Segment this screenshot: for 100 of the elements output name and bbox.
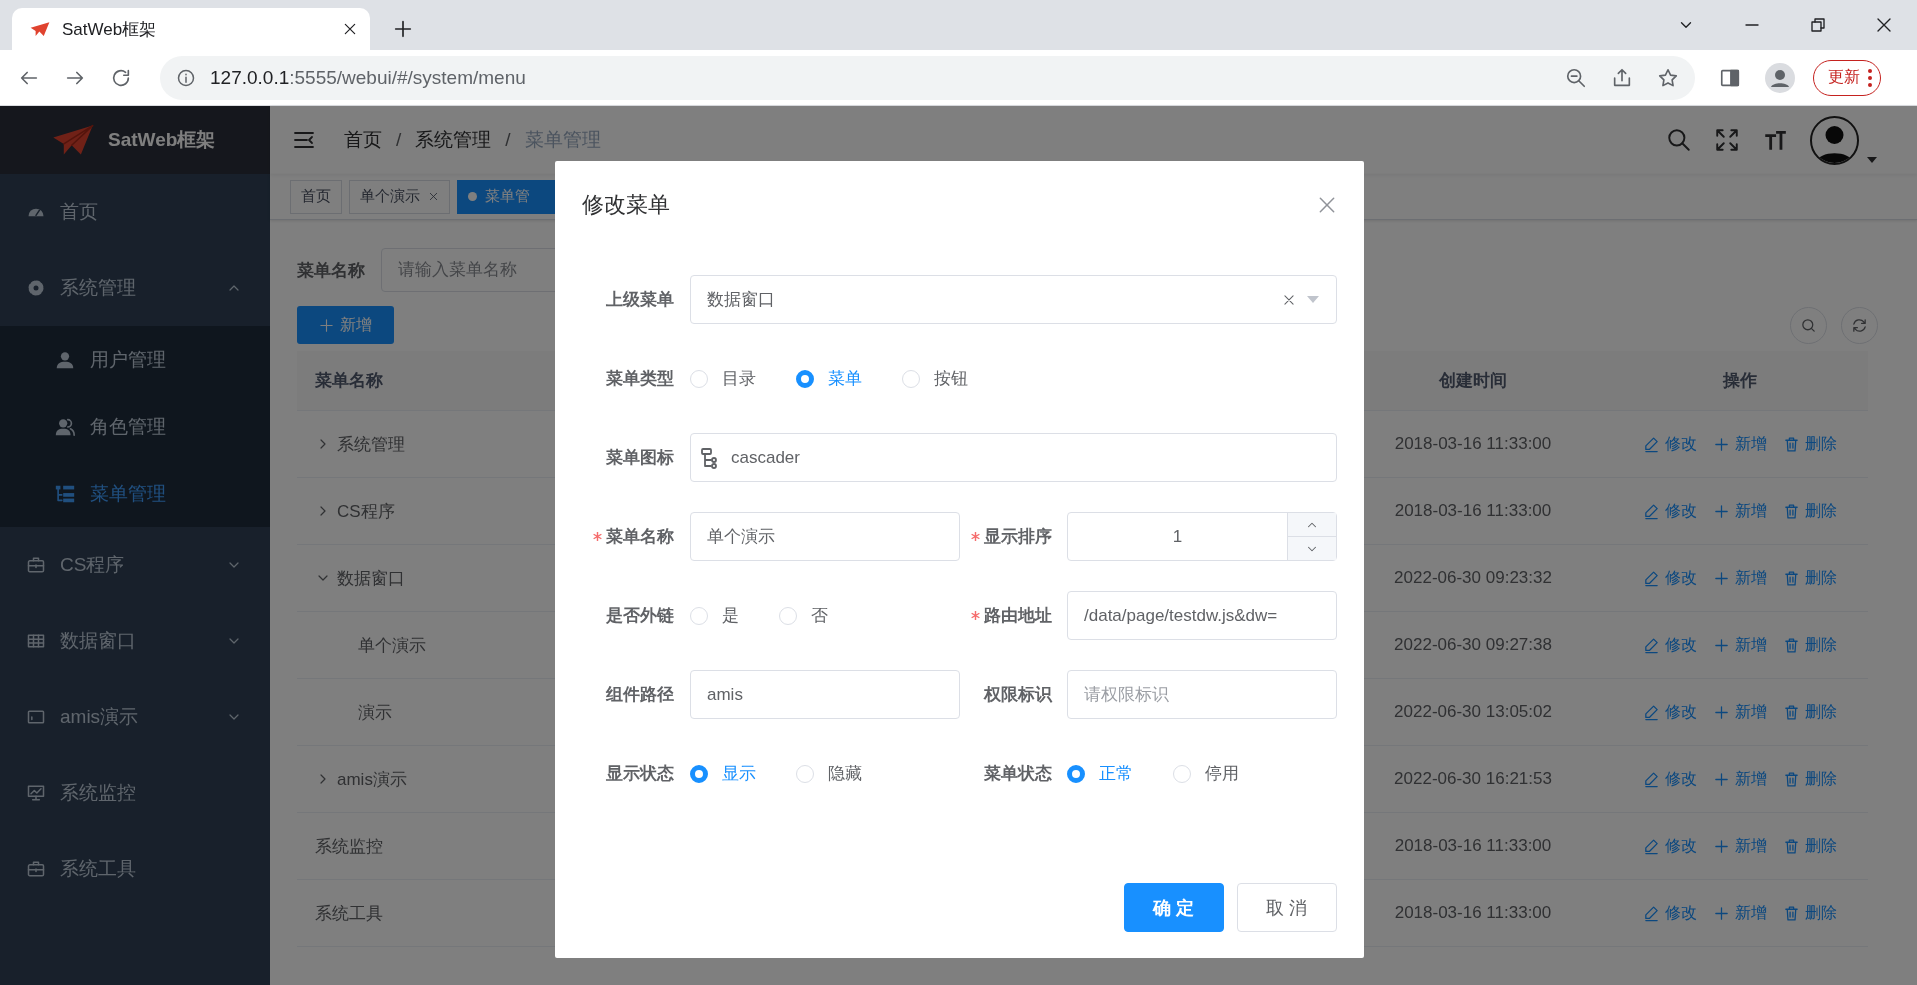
column-header: 操作 [1723, 371, 1757, 390]
table-cell: 2022-06-30 16:21:53 [1394, 769, 1552, 788]
action-link[interactable]: 新增 [1713, 500, 1767, 522]
action-link[interactable]: 删除 [1783, 634, 1837, 656]
sidebar-item[interactable]: amis演示 [0, 679, 270, 755]
browser-tab[interactable]: SatWeb框架 [12, 8, 370, 50]
caret-icon [1306, 294, 1320, 305]
radio-option[interactable]: 隐藏 [796, 762, 862, 785]
breadcrumb-separator: / [505, 129, 511, 151]
restore-icon[interactable] [1809, 16, 1827, 34]
action-link[interactable]: 修改 [1643, 500, 1697, 522]
sidebar-item[interactable]: CS程序 [0, 527, 270, 603]
sidebar-item[interactable]: 首页 [0, 174, 270, 250]
radio-option[interactable]: 目录 [690, 367, 756, 390]
sidebar-item[interactable]: 系统工具 [0, 831, 270, 907]
radio-option[interactable]: 正常 [1067, 762, 1133, 785]
sidebar-item[interactable]: 系统监控 [0, 755, 270, 831]
update-button[interactable]: 更新 [1813, 59, 1881, 96]
action-link[interactable]: 删除 [1783, 567, 1837, 589]
clear-icon[interactable] [1282, 292, 1296, 307]
action-link[interactable]: 修改 [1643, 433, 1697, 455]
add-button[interactable]: 新增 [297, 306, 394, 344]
input-field[interactable]: /data/page/testdw.js&dw= [1067, 591, 1337, 640]
action-link[interactable]: 新增 [1713, 835, 1767, 857]
breadcrumb-item[interactable]: 首页 [344, 127, 382, 153]
plus-icon [1713, 435, 1730, 453]
sidebar-item[interactable]: 系统管理 [0, 250, 270, 326]
refresh-icon [1851, 316, 1868, 334]
info-icon [176, 67, 196, 88]
action-link[interactable]: 新增 [1713, 902, 1767, 924]
table-cell-text: 系统工具 [315, 902, 383, 925]
action-link[interactable]: 新增 [1713, 634, 1767, 656]
action-link[interactable]: 删除 [1783, 433, 1837, 455]
monitor-chart-icon [26, 783, 46, 803]
cancel-button[interactable]: 取 消 [1237, 883, 1337, 932]
refresh-button[interactable] [1841, 306, 1878, 344]
action-link[interactable]: 删除 [1783, 835, 1837, 857]
action-link[interactable]: 新增 [1713, 768, 1767, 790]
profile-icon[interactable] [1765, 62, 1795, 93]
field-label: 菜单状态 [983, 763, 1053, 785]
confirm-button[interactable]: 确 定 [1124, 883, 1224, 932]
breadcrumb-item[interactable]: 系统管理 [415, 127, 492, 153]
radio-option[interactable]: 是 [690, 604, 739, 627]
input-field[interactable]: 单个演示 [690, 512, 960, 561]
action-link[interactable]: 修改 [1643, 768, 1697, 790]
search-icon[interactable] [1666, 127, 1692, 153]
sidebar-subitem[interactable]: 角色管理 [0, 393, 270, 460]
input-field[interactable]: amis [690, 670, 960, 719]
pencil-icon [1643, 636, 1660, 654]
page-tag[interactable]: 单个演示 [349, 179, 450, 214]
briefcase-icon [26, 555, 46, 575]
action-link[interactable]: 删除 [1783, 500, 1837, 522]
action-link[interactable]: 删除 [1783, 902, 1837, 924]
action-link[interactable]: 修改 [1643, 634, 1697, 656]
radio-option[interactable]: 否 [779, 604, 828, 627]
zoom-out-icon[interactable] [1565, 66, 1587, 89]
table-cell: 2018-03-16 11:33:00 [1394, 501, 1552, 520]
field-label: 菜单图标 [605, 447, 675, 469]
sidebar-subitem[interactable]: 用户管理 [0, 326, 270, 393]
avatar[interactable] [1810, 115, 1859, 165]
plus-icon [1713, 569, 1730, 587]
star-icon[interactable] [1657, 66, 1679, 89]
field-label: 菜单类型 [605, 368, 675, 390]
field-label: 路由地址 [960, 604, 1067, 627]
select-field[interactable]: 数据窗口 [690, 275, 1337, 324]
radio-option[interactable]: 显示 [690, 762, 756, 785]
field-label: 是否外链 [605, 605, 675, 627]
sidebar-item[interactable]: 数据窗口 [0, 603, 270, 679]
address-bar[interactable]: 127.0.0.1:5555/webui/#/system/menu [160, 55, 1695, 100]
action-link[interactable]: 新增 [1713, 433, 1767, 455]
action-link[interactable]: 新增 [1713, 567, 1767, 589]
field-label: 显示状态 [605, 763, 675, 785]
action-link[interactable]: 修改 [1643, 567, 1697, 589]
action-link[interactable]: 新增 [1713, 701, 1767, 723]
close-icon[interactable] [1875, 16, 1893, 34]
radio-option[interactable]: 按钮 [902, 367, 968, 390]
input-field[interactable]: 请权限标识 [1067, 670, 1337, 719]
action-link[interactable]: 删除 [1783, 701, 1837, 723]
radio-option[interactable]: 菜单 [796, 367, 862, 390]
plus-icon [1713, 904, 1730, 922]
new-tab-icon[interactable] [392, 18, 414, 40]
action-link[interactable]: 修改 [1643, 902, 1697, 924]
pencil-icon [1643, 569, 1660, 587]
table-cell: 2018-03-16 11:33:00 [1394, 836, 1552, 855]
action-link[interactable]: 删除 [1783, 768, 1837, 790]
page-tag[interactable]: 首页 [290, 179, 342, 214]
paper-plane-icon [30, 21, 50, 37]
action-link[interactable]: 修改 [1643, 701, 1697, 723]
icon-field[interactable]: cascader [690, 433, 1337, 482]
fullscreen-icon[interactable] [1714, 127, 1740, 153]
share-icon[interactable] [1611, 66, 1633, 89]
table-cell-text: CS程序 [337, 500, 395, 523]
more-icon[interactable] [1868, 68, 1872, 87]
radio-option[interactable]: 停用 [1173, 762, 1239, 785]
close-icon[interactable] [342, 21, 358, 37]
window-icon [26, 707, 46, 727]
sidebar-subitem[interactable]: 菜单管理 [0, 460, 270, 527]
trash-icon [1783, 435, 1800, 453]
caret-icon[interactable] [1867, 156, 1877, 165]
action-link[interactable]: 修改 [1643, 835, 1697, 857]
